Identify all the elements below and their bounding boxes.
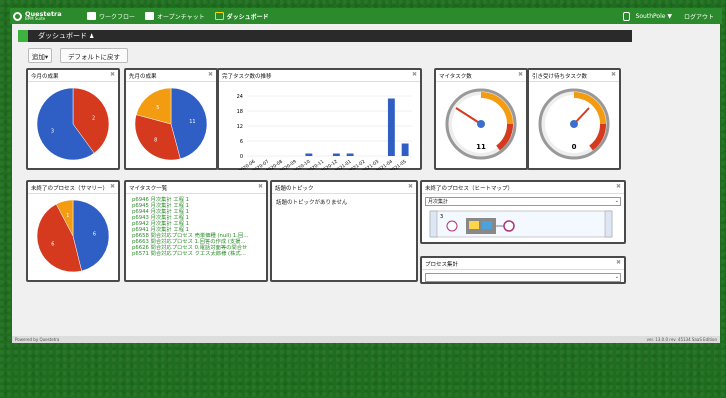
heatmap-select[interactable]: 月次集計 ⌄ <box>425 197 621 206</box>
close-icon[interactable]: ✖ <box>616 183 621 190</box>
heatmap-diagram: 3 <box>429 210 613 238</box>
widget-open-summary: 未終了のプロセス（サマリー） ✖ 6 6 1 <box>26 180 120 282</box>
gauge-claim: 0 <box>538 88 610 160</box>
nav-open-chat[interactable]: オープンチャット <box>145 12 205 21</box>
gauge-value: 11 <box>476 143 486 151</box>
logout-link[interactable]: ログアウト <box>684 12 714 21</box>
chat-icon <box>145 12 155 20</box>
widget-process-agg: プロセス集計 ✖ ⌄ <box>420 256 626 284</box>
widget-title: マイタスク一覧 <box>126 182 266 194</box>
process-agg-select[interactable]: ⌄ <box>425 273 621 282</box>
close-icon[interactable]: ✖ <box>258 183 263 190</box>
close-icon[interactable]: ✖ <box>110 71 115 78</box>
widget-title: プロセス集計 <box>422 258 624 270</box>
page-title-bar: ダッシュボード ♟ <box>18 30 632 42</box>
pie-open-summary: 6 6 1 <box>36 199 110 273</box>
widget-title: 完了タスク数の推移 <box>219 70 420 82</box>
pin-icon: ♟ <box>89 32 95 40</box>
pie-slice-label: 3 <box>51 129 54 135</box>
topics-empty: 話題のトピックがありません <box>276 200 348 206</box>
bar-chart-trend: 241812602020-062020-072020-082020-092020… <box>237 94 412 174</box>
user-icon <box>622 11 630 21</box>
top-bar: Questetra BPM Suite ワークフロー オープンチャット ダッシュ… <box>10 8 722 24</box>
footer-version: ver. 13.0.0 rev. 45134 SaaS Edition <box>646 337 717 342</box>
pie-this-month: 23 <box>36 87 110 161</box>
pie-slice-label: 11 <box>189 119 195 125</box>
dashboard-panel: ダッシュボード ♟ 追加▾ デフォルトに戻す 今月の成果 ✖ 23 先月の成果 ✖ 1… <box>12 24 720 342</box>
widget-mytask-list: マイタスク一覧 ✖ p6946 月次集計 工程 1 p6945 月次集計 工程 1… <box>124 180 268 282</box>
reset-default-button[interactable]: デフォルトに戻す <box>60 48 128 63</box>
questetra-logo[interactable]: Questetra BPM Suite <box>13 11 87 21</box>
y-tick-label: 24 <box>237 94 243 100</box>
widget-completed-trend: 完了タスク数の推移 ✖ 24 18 12 6 0 2020-06 2020-07 2020-08… <box>217 68 422 174</box>
svg-text:3: 3 <box>440 214 443 220</box>
widget-title: 未終了のプロセス（サマリー） <box>28 182 118 194</box>
y-tick-label: 18 <box>237 109 243 115</box>
chevron-down-icon: ⌄ <box>614 274 619 280</box>
y-tick-label: 6 <box>240 139 243 145</box>
pie-slice-label: 8 <box>154 137 157 143</box>
list-item[interactable]: p6571 問合対応プロセス クエス太郎様 (株式... <box>132 251 266 257</box>
y-tick-label: 0 <box>240 154 243 160</box>
nav-dashboard[interactable]: ダッシュボード <box>214 12 269 21</box>
nav-workflow[interactable]: ワークフロー <box>87 12 135 21</box>
widget-claim-count: 引き受け待ちタスク数 ✖ 0 <box>527 68 621 170</box>
add-button[interactable]: 追加▾ <box>28 48 52 63</box>
bar <box>332 153 340 156</box>
widget-title: 未終了のプロセス（ヒートマップ） <box>422 182 624 194</box>
user-menu[interactable]: SouthPole ▼ <box>636 13 672 20</box>
chevron-down-icon: ⌄ <box>614 198 619 204</box>
widget-last-month: 先月の成果 ✖ 11 8 5 <box>124 68 218 170</box>
widget-title: マイタスク数 <box>436 70 526 82</box>
pie-slice-label: 6 <box>93 231 96 237</box>
bar <box>346 153 354 156</box>
close-icon[interactable]: ✖ <box>611 71 616 78</box>
widget-title: 話題のトピック <box>272 182 416 194</box>
close-icon[interactable]: ✖ <box>208 71 213 78</box>
pie-last-month: 11 8 5 <box>134 87 208 161</box>
widget-topics: 話題のトピック ✖ 話題のトピックがありません <box>270 180 418 282</box>
bar <box>401 143 409 156</box>
close-icon[interactable]: ✖ <box>408 183 413 190</box>
widget-title: 先月の成果 <box>126 70 216 82</box>
pie-slice-label: 2 <box>92 115 95 121</box>
bar <box>305 153 313 156</box>
close-icon[interactable]: ✖ <box>616 259 621 266</box>
check-icon <box>87 12 96 20</box>
pie-slice-label: 5 <box>156 105 159 111</box>
close-icon[interactable]: ✖ <box>518 71 523 78</box>
pie-slice-label: 1 <box>66 213 69 219</box>
y-tick-label: 12 <box>237 124 243 130</box>
footer-powered: Powered by Questetra <box>15 337 60 342</box>
mytask-list: p6946 月次集計 工程 1 p6945 月次集計 工程 1 p6944 月次… <box>126 194 266 257</box>
gauge-mytask: 11 <box>445 88 517 160</box>
gauge-value: 0 <box>572 143 577 151</box>
bar <box>387 98 395 156</box>
widget-title: 今月の成果 <box>28 70 118 82</box>
close-icon[interactable]: ✖ <box>110 183 115 190</box>
widget-title: 引き受け待ちタスク数 <box>529 70 619 82</box>
logo-icon <box>13 11 22 21</box>
widget-this-month: 今月の成果 ✖ 23 <box>26 68 120 170</box>
page-title: ダッシュボード <box>38 32 87 40</box>
widget-mytask-count: マイタスク数 ✖ 11 <box>434 68 528 170</box>
widget-heatmap: 未終了のプロセス（ヒートマップ） ✖ 月次集計 ⌄ 3 <box>420 180 626 244</box>
close-icon[interactable]: ✖ <box>412 71 417 78</box>
dashboard-icon <box>214 12 224 20</box>
pie-slice-label: 6 <box>51 242 54 248</box>
footer: Powered by Questetra ver. 13.0.0 rev. 45… <box>12 336 720 343</box>
